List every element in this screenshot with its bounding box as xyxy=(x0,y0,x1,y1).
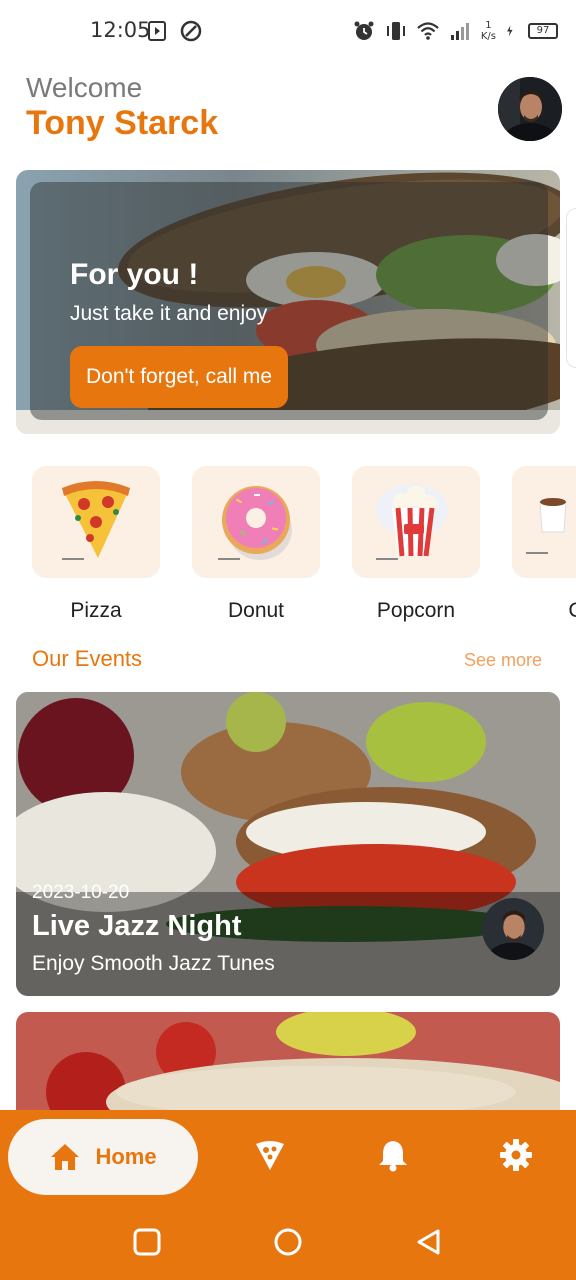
network-speed: 1 K/s xyxy=(481,20,496,42)
popcorn-icon xyxy=(376,484,448,560)
wifi-icon xyxy=(417,22,439,40)
system-home-button[interactable] xyxy=(273,1227,303,1257)
call-me-button[interactable]: Don't forget, call me xyxy=(70,346,289,408)
nav-notifications-button[interactable] xyxy=(376,1138,410,1172)
media-icon xyxy=(148,21,166,41)
event-date: 2023-10-20 xyxy=(32,882,130,903)
battery-indicator: 97 xyxy=(528,23,558,39)
coffee-icon xyxy=(526,498,567,554)
see-more-link[interactable]: See more xyxy=(464,650,542,671)
events-section-title: Our Events xyxy=(32,646,143,671)
recent-apps-button[interactable] xyxy=(132,1227,162,1257)
home-icon xyxy=(51,1144,80,1170)
circle-icon xyxy=(274,1228,302,1256)
event-image xyxy=(16,692,560,996)
category-item-popcorn[interactable]: Popcorn xyxy=(352,466,480,623)
hero-subtitle: Just take it and enjoy xyxy=(70,302,268,325)
category-tile xyxy=(352,466,480,578)
system-back-button[interactable] xyxy=(414,1227,444,1257)
network-speed-unit: K/s xyxy=(480,31,496,42)
donut-icon xyxy=(218,486,292,560)
side-panel-handle[interactable] xyxy=(566,208,576,368)
category-label: Popcorn xyxy=(376,599,456,622)
profile-avatar[interactable] xyxy=(498,77,562,141)
square-icon xyxy=(133,1228,161,1256)
category-label: Pizza xyxy=(70,599,122,622)
nav-menu-button[interactable] xyxy=(253,1138,287,1172)
pizza-slice-icon xyxy=(256,1141,284,1170)
system-navigation-bar xyxy=(0,1210,576,1280)
category-tile xyxy=(192,466,320,578)
gear-icon xyxy=(500,1139,532,1171)
category-item-donut[interactable]: Donut xyxy=(192,466,320,623)
back-triangle-icon xyxy=(417,1229,440,1255)
status-bar: 12:05 1 K/s 97 xyxy=(0,0,576,64)
hero-banner: For you ! Just take it and enjoy Don't f… xyxy=(16,170,560,434)
nav-settings-button[interactable] xyxy=(499,1138,533,1172)
app-screen: 12:05 1 K/s 97 Welcome Tony Starck For y… xyxy=(0,0,576,1280)
status-left-icons xyxy=(146,20,202,42)
nav-home-button[interactable]: Home xyxy=(8,1119,198,1195)
category-label: C xyxy=(568,599,576,622)
category-tile xyxy=(32,466,160,578)
network-speed-value: 1 xyxy=(485,20,492,31)
charging-icon xyxy=(507,25,513,37)
event-host-avatar[interactable] xyxy=(482,898,544,960)
alarm-icon xyxy=(354,21,374,40)
vibrate-icon xyxy=(386,22,405,40)
category-item-pizza[interactable]: Pizza xyxy=(32,466,160,623)
status-right-icons: 1 K/s 97 xyxy=(353,20,558,42)
category-label: Donut xyxy=(227,599,285,622)
event-subtitle: Enjoy Smooth Jazz Tunes xyxy=(32,952,275,975)
status-time: 12:05 xyxy=(90,18,151,42)
signal-icon xyxy=(450,23,469,40)
bell-icon xyxy=(379,1141,407,1172)
category-item-coffee[interactable]: C xyxy=(512,466,576,623)
category-list[interactable]: Pizza Donut Popcorn C xyxy=(32,466,576,626)
bottom-navigation: Home xyxy=(0,1110,576,1210)
avatar-image xyxy=(498,77,562,141)
user-name: Tony Starck xyxy=(26,104,219,142)
event-card[interactable]: 2023-10-20 Live Jazz Night Enjoy Smooth … xyxy=(16,692,560,996)
hero-title: For you ! xyxy=(70,258,199,291)
category-tile xyxy=(512,466,576,578)
avatar-image xyxy=(482,898,544,960)
nav-home-label: Home xyxy=(95,1144,157,1169)
pizza-icon xyxy=(62,481,130,560)
event-title: Live Jazz Night xyxy=(32,910,242,942)
welcome-text: Welcome xyxy=(26,72,143,103)
at-sign-icon xyxy=(180,20,202,42)
